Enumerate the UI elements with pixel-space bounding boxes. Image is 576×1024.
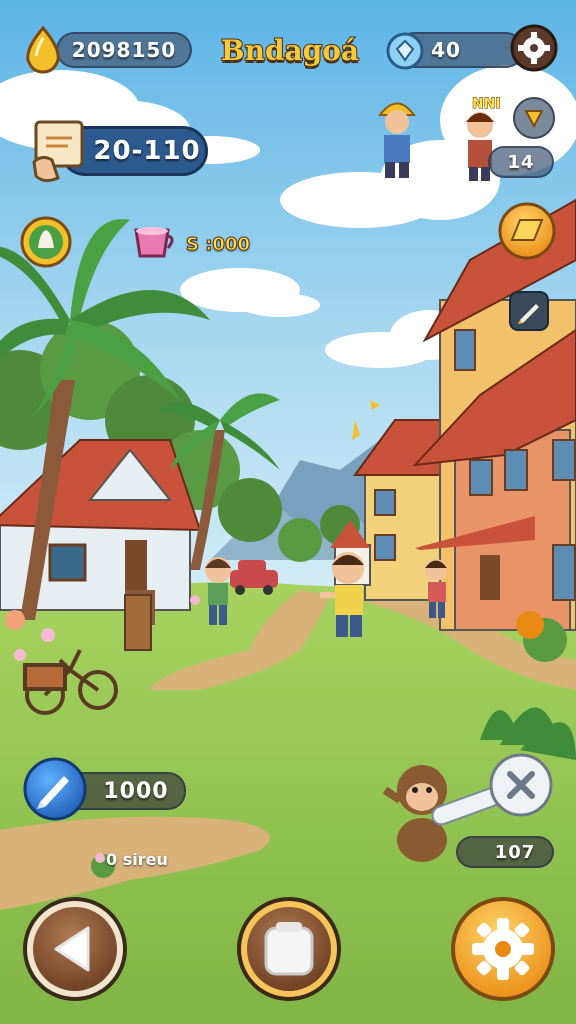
location-pin-icon <box>513 97 555 139</box>
scroll-icon[interactable] <box>28 118 90 184</box>
gems-value: 40 <box>431 38 461 62</box>
inventory-button[interactable] <box>236 896 342 1002</box>
gear-icon <box>510 24 558 72</box>
cup-icon <box>132 222 178 264</box>
pen-value: 1000 <box>103 778 169 804</box>
npc-count: 14 <box>507 151 535 173</box>
gold-value: 2098150 <box>71 38 177 62</box>
gold-bar-button[interactable] <box>498 202 556 260</box>
close-button[interactable] <box>488 752 554 818</box>
mailbox <box>124 594 152 651</box>
npc-counter: 14 <box>488 146 554 178</box>
top-settings-button[interactable] <box>510 24 558 72</box>
back-button[interactable] <box>22 896 128 1002</box>
game-title: Bndagoá <box>220 33 360 68</box>
gear-icon <box>451 897 555 1001</box>
back-arrow-icon <box>23 897 127 1001</box>
edit-button[interactable] <box>508 290 550 332</box>
monkey-counter: 107 <box>456 836 554 868</box>
gold-bar-icon <box>498 202 556 260</box>
pen-button[interactable] <box>22 756 88 822</box>
quest-value: 20-110 <box>93 136 201 166</box>
monkey-count: 107 <box>494 841 536 863</box>
location-button[interactable] <box>512 96 556 140</box>
diamond-icon <box>386 32 424 70</box>
gold-drop-icon <box>20 26 66 74</box>
potion-button[interactable] <box>20 216 72 268</box>
close-icon <box>489 753 553 817</box>
pencil-icon <box>509 291 549 331</box>
gold-counter: 2098150 <box>56 32 192 68</box>
cup-reward: S :000 <box>185 234 251 256</box>
npc-tag: NNI <box>472 96 502 113</box>
flower-text: 0 sireu <box>106 850 168 869</box>
bag-icon <box>237 897 341 1001</box>
potion-icon <box>20 216 72 268</box>
pen-icon <box>23 757 87 821</box>
bottom-settings-button[interactable] <box>450 896 556 1002</box>
